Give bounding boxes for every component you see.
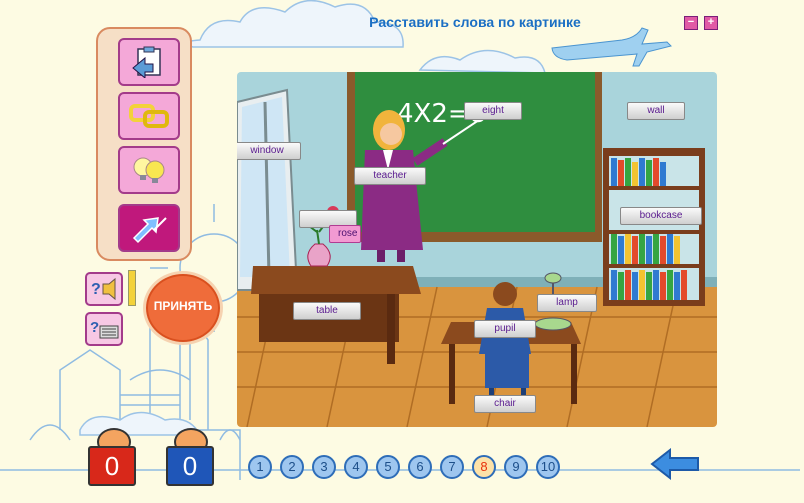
correct-counter: 0 — [88, 446, 136, 486]
help-speaker-icon: ? — [91, 277, 116, 301]
page-button-10[interactable]: 10 — [536, 455, 560, 479]
svg-text:?: ? — [90, 319, 99, 336]
clipboard-tool-button[interactable] — [118, 38, 180, 86]
page-button-5[interactable]: 5 — [376, 455, 400, 479]
word-tag-window[interactable]: window — [237, 142, 301, 160]
page-title: Расставить слова по картинке — [369, 14, 581, 30]
volume-slider[interactable] — [128, 270, 136, 306]
help-keyboard-button[interactable]: ? — [85, 312, 123, 346]
lightbulb-icon — [133, 157, 165, 183]
swap-arrows-icon — [132, 217, 167, 244]
word-tag-pupil[interactable]: pupil — [474, 320, 536, 338]
airplane-doodle — [551, 27, 672, 67]
svg-text:?: ? — [91, 281, 101, 298]
word-tag-lamp[interactable]: lamp — [537, 294, 597, 312]
minimize-button[interactable]: − — [684, 16, 698, 30]
links-tool-button[interactable] — [118, 92, 180, 140]
page-button-1[interactable]: 1 — [248, 455, 272, 479]
page-button-8[interactable]: 8 — [472, 455, 496, 479]
accept-button[interactable]: ПРИНЯТЬ — [143, 271, 223, 345]
word-tag-chair[interactable]: chair — [474, 395, 536, 413]
chain-icon — [129, 104, 169, 128]
help-speaker-button[interactable]: ? — [85, 272, 123, 306]
hint-tool-button[interactable] — [118, 146, 180, 194]
word-tag-wall[interactable]: wall — [627, 102, 685, 120]
word-tag-table[interactable]: table — [293, 302, 361, 320]
word-tag-rose[interactable]: rose — [329, 225, 361, 243]
page-button-3[interactable]: 3 — [312, 455, 336, 479]
word-tag-bookcase[interactable]: bookcase — [620, 207, 702, 225]
help-keyboard-icon: ? — [90, 319, 119, 339]
swap-tool-button[interactable] — [118, 204, 180, 252]
word-tag-eight[interactable]: eight — [464, 102, 522, 120]
page-button-9[interactable]: 9 — [504, 455, 528, 479]
page-button-2[interactable]: 2 — [280, 455, 304, 479]
page-button-4[interactable]: 4 — [344, 455, 368, 479]
word-tag-teacher[interactable]: teacher — [354, 167, 426, 185]
classroom-scene: 4X2=8 eight wall window teacher bookcase… — [237, 72, 717, 427]
classroom-illustration: 4X2=8 — [237, 72, 717, 427]
wrong-counter: 0 — [166, 446, 214, 486]
page-button-6[interactable]: 6 — [408, 455, 432, 479]
page-button-7[interactable]: 7 — [440, 455, 464, 479]
maximize-button[interactable]: + — [704, 16, 718, 30]
clipboard-icon — [132, 46, 161, 78]
back-arrow-icon[interactable] — [650, 448, 700, 480]
